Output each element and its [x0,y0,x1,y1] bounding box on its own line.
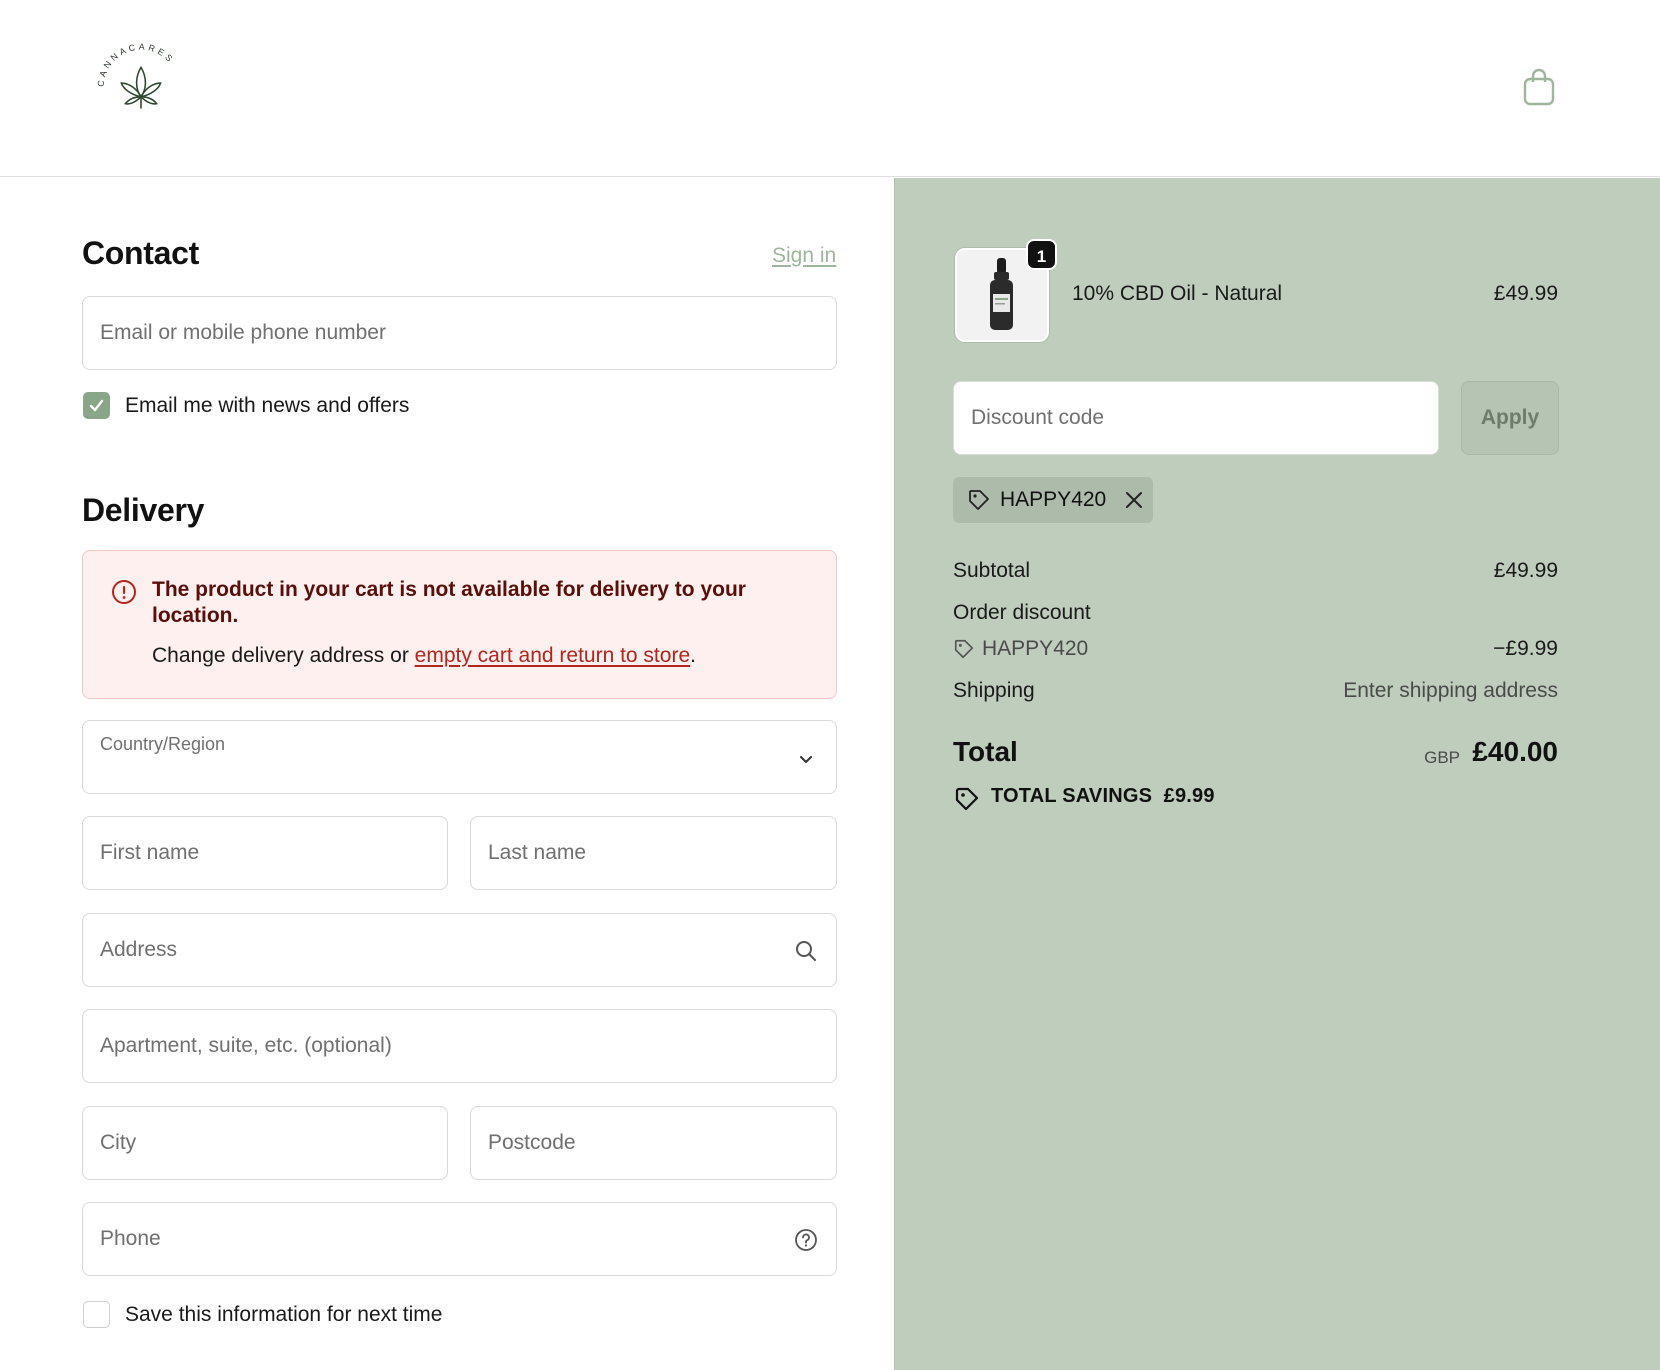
error-body: Change delivery address or empty cart an… [152,644,696,668]
sign-in-link[interactable]: Sign in [772,244,836,268]
subtotal-value: £49.99 [1493,559,1558,582]
total-currency: GBP [1424,748,1460,767]
apply-discount-button[interactable]: Apply [1461,381,1559,455]
savings-label: TOTAL SAVINGS [991,785,1153,807]
cannacares-logo[interactable]: CANNACARES [92,38,190,136]
email-placeholder: Email or mobile phone number [100,321,386,344]
postcode-field[interactable]: Postcode [470,1106,837,1180]
savings-value: £9.99 [1163,785,1215,807]
news-checkbox[interactable] [83,392,110,419]
shipping-label: Shipping [953,679,1035,702]
chevron-down-icon [800,756,812,763]
quantity-badge: 1 [1026,239,1057,270]
order-summary: 1 10% CBD Oil - Natural £49.99 Discount … [894,178,1660,1370]
delivery-error-banner: The product in your cart is not availabl… [82,550,837,699]
header: CANNACARES [0,0,1660,177]
last-name-placeholder: Last name [488,841,587,864]
product-name: 10% CBD Oil - Natural [1072,282,1283,305]
remove-discount-icon[interactable] [1124,490,1144,510]
apartment-placeholder: Apartment, suite, etc. (optional) [100,1034,392,1057]
total-label: Total [953,736,1018,767]
news-label: Email me with news and offers [125,394,410,417]
error-body-suffix: . [690,644,696,667]
phone-field[interactable]: Phone [82,1202,837,1276]
postcode-placeholder: Postcode [488,1131,576,1154]
checkout-form: Contact Sign in Email or mobile phone nu… [0,178,894,1370]
order-discount-value: −£9.99 [1493,637,1558,660]
checkmark-icon [89,399,104,412]
search-icon[interactable] [794,939,818,963]
error-body-text: Change delivery address or [152,644,415,667]
apartment-field[interactable]: Apartment, suite, etc. (optional) [82,1009,837,1083]
applied-discount-chip: HAPPY420 [953,477,1153,523]
order-discount-label: Order discount [953,601,1091,624]
delivery-heading: Delivery [82,492,205,528]
savings-tag-icon [955,787,979,811]
save-info-checkbox[interactable] [83,1301,110,1328]
city-placeholder: City [100,1131,137,1154]
applied-code: HAPPY420 [1000,488,1107,511]
last-name-field[interactable]: Last name [470,816,837,890]
country-select[interactable]: Country/Region [82,720,837,794]
error-title: The product in your cart is not availabl… [152,578,746,627]
shopping-bag-icon[interactable] [1522,68,1556,106]
discount-code-input[interactable]: Discount code [953,381,1439,455]
save-info-label: Save this information for next time [125,1303,443,1326]
empty-cart-link[interactable]: empty cart and return to store [415,644,690,667]
address-placeholder: Address [100,938,178,961]
discount-placeholder: Discount code [971,406,1105,429]
phone-placeholder: Phone [100,1227,161,1250]
contact-heading: Contact [82,235,200,271]
total-value: £40.00 [1472,736,1558,767]
email-field[interactable]: Email or mobile phone number [82,296,837,370]
address-field[interactable]: Address [82,913,837,987]
first-name-field[interactable]: First name [82,816,448,890]
subtotal-label: Subtotal [953,559,1031,582]
country-label: Country/Region [100,734,226,754]
savings-text: TOTAL SAVINGS £9.99 [991,785,1215,808]
help-icon[interactable] [794,1228,818,1252]
first-name-placeholder: First name [100,841,200,864]
order-discount-code: HAPPY420 [982,637,1089,660]
tag-icon [969,490,989,510]
error-icon [112,580,136,604]
shipping-value: Enter shipping address [1343,679,1558,702]
product-price: £49.99 [1493,282,1558,305]
discount-tag-icon [954,639,974,659]
city-field[interactable]: City [82,1106,448,1180]
